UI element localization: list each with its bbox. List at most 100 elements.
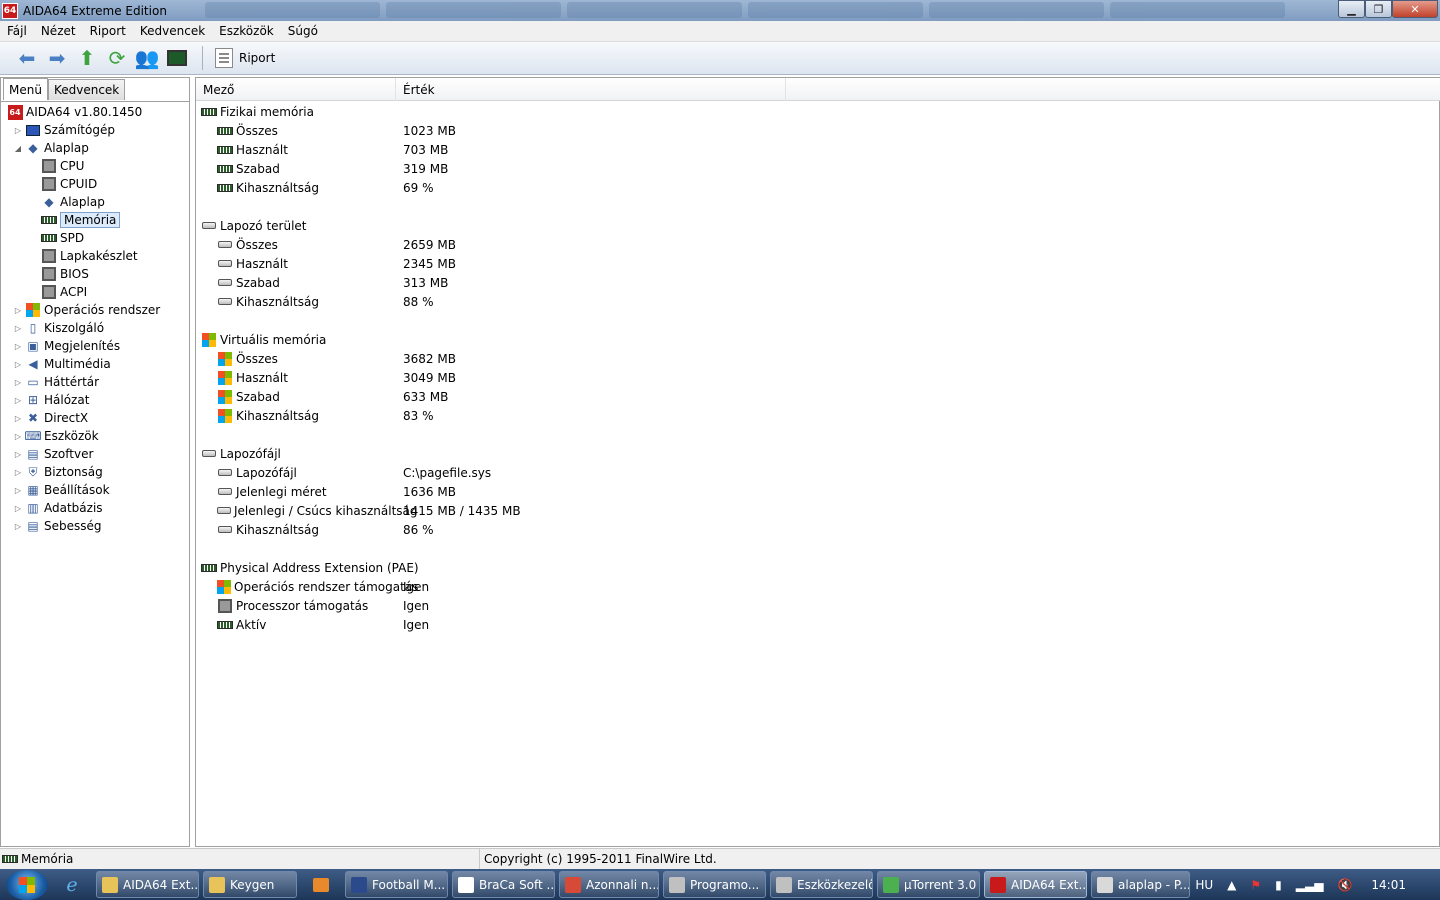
detail-row[interactable]: Összes 2659 MB — [196, 235, 1440, 254]
group-header-row[interactable]: Fizikai memória — [196, 102, 1440, 121]
taskbar-button[interactable]: AIDA64 Ext... — [96, 871, 199, 898]
monitor-button[interactable] — [162, 45, 192, 71]
tree-item[interactable]: ACPI — [1, 283, 189, 301]
tree-item[interactable]: Lapkakészlet — [1, 247, 189, 265]
tree-item[interactable]: ▷ ▤ Szoftver — [1, 445, 189, 463]
detail-row[interactable]: Összes 3682 MB — [196, 349, 1440, 368]
column-field-header[interactable]: Mező — [196, 78, 396, 101]
pinned-media-player[interactable] — [301, 871, 341, 898]
detail-row[interactable]: Jelenlegi méret 1636 MB — [196, 482, 1440, 501]
forward-button[interactable]: ➡ — [42, 45, 72, 71]
column-value-header[interactable]: Érték — [396, 78, 786, 101]
tree-item[interactable]: BIOS — [1, 265, 189, 283]
tree-item[interactable]: ▷ ✖ DirectX — [1, 409, 189, 427]
taskbar-button[interactable]: AIDA64 Ext... — [984, 871, 1087, 898]
tree-expander[interactable]: ▷ — [13, 342, 23, 351]
tree-expander[interactable]: ▷ — [13, 468, 23, 477]
tree-expander[interactable]: ▷ — [13, 522, 23, 531]
refresh-button[interactable]: ⟳ — [102, 45, 132, 71]
tree-item[interactable]: CPUID — [1, 175, 189, 193]
tree-item[interactable]: ▷ ▦ Beállítások — [1, 481, 189, 499]
detail-row[interactable]: Szabad 319 MB — [196, 159, 1440, 178]
tree-item[interactable]: ▷ ▣ Megjelenítés — [1, 337, 189, 355]
group-header-row[interactable]: Physical Address Extension (PAE) — [196, 558, 1440, 577]
detail-row[interactable]: Operációs rendszer támogatás Igen — [196, 577, 1440, 596]
taskbar-button[interactable]: Football M... — [345, 871, 448, 898]
start-button[interactable] — [6, 869, 48, 900]
menu-tools[interactable]: Eszközök — [212, 24, 281, 38]
clock[interactable]: 14:01 — [1371, 878, 1406, 892]
tree-item[interactable]: Memória — [1, 211, 189, 229]
action-center-icon[interactable]: ⚑ — [1250, 878, 1261, 892]
taskbar-button[interactable]: Azonnali n... — [559, 871, 659, 898]
group-header-row[interactable]: Lapozófájl — [196, 444, 1440, 463]
pinned-ie[interactable]: e — [52, 871, 92, 898]
close-button[interactable]: ✕ — [1392, 0, 1438, 18]
tree-expander[interactable]: ▷ — [13, 126, 23, 135]
tree-expander[interactable]: ▷ — [13, 360, 23, 369]
tree-expander[interactable]: ▷ — [13, 432, 23, 441]
tree-expander[interactable]: ▷ — [13, 396, 23, 405]
detail-row[interactable]: Használt 2345 MB — [196, 254, 1440, 273]
minimize-button[interactable]: ▁ — [1338, 0, 1365, 18]
detail-row[interactable]: Kihasználtság 83 % — [196, 406, 1440, 425]
tree-item[interactable]: ◆ Alaplap — [1, 193, 189, 211]
tree-item[interactable]: ◢ ◆ Alaplap — [1, 139, 189, 157]
report-button[interactable]: Riport — [211, 48, 279, 68]
tree-item[interactable]: 64 AIDA64 v1.80.1450 — [1, 103, 189, 121]
tree-item[interactable]: ▷ ⊞ Hálózat — [1, 391, 189, 409]
tree-expander[interactable]: ▷ — [13, 450, 23, 459]
tree-expander[interactable]: ▷ — [13, 486, 23, 495]
tree-expander[interactable]: ◢ — [13, 144, 23, 153]
detail-row[interactable]: Összes 1023 MB — [196, 121, 1440, 140]
menu-favorites[interactable]: Kedvencek — [133, 24, 212, 38]
menu-file[interactable]: Fájl — [0, 24, 34, 38]
taskbar-button[interactable]: µTorrent 3.0 — [877, 871, 980, 898]
taskbar-button[interactable]: Programo... — [663, 871, 766, 898]
network-signal-icon[interactable]: ▂▃▅ — [1296, 878, 1324, 892]
tree-item[interactable]: ▷ ▥ Adatbázis — [1, 499, 189, 517]
tree-item[interactable]: ▷ Számítógép — [1, 121, 189, 139]
tree-item[interactable]: ▷ ⌨ Eszközök — [1, 427, 189, 445]
detail-row[interactable]: Aktív Igen — [196, 615, 1440, 634]
tree-expander[interactable]: ▷ — [13, 378, 23, 387]
tree-item[interactable]: SPD — [1, 229, 189, 247]
detail-row[interactable]: Kihasználtság 69 % — [196, 178, 1440, 197]
power-icon[interactable]: ▮ — [1275, 878, 1282, 892]
menu-report[interactable]: Riport — [83, 24, 133, 38]
menu-help[interactable]: Súgó — [281, 24, 325, 38]
tree-item[interactable]: ▷ ▤ Sebesség — [1, 517, 189, 535]
menu-view[interactable]: Nézet — [34, 24, 83, 38]
volume-muted-icon[interactable]: 🔇 — [1337, 878, 1352, 892]
detail-row[interactable]: Jelenlegi / Csúcs kihasználtság 1415 MB /… — [196, 501, 1440, 520]
detail-row[interactable]: Használt 3049 MB — [196, 368, 1440, 387]
up-button[interactable]: ⬆ — [72, 45, 102, 71]
tree-item[interactable]: ▷ Operációs rendszer — [1, 301, 189, 319]
tree-item[interactable]: ▷ ▭ Háttértár — [1, 373, 189, 391]
tab-favorites[interactable]: Kedvencek — [47, 79, 126, 100]
maximize-button[interactable]: ❐ — [1365, 0, 1392, 18]
group-header-row[interactable]: Virtuális memória — [196, 330, 1440, 349]
tree-item[interactable]: CPU — [1, 157, 189, 175]
tree-expander[interactable]: ▷ — [13, 504, 23, 513]
detail-row[interactable]: Kihasználtság 86 % — [196, 520, 1440, 539]
tree-item[interactable]: ▷ ◀ Multimédia — [1, 355, 189, 373]
detail-row[interactable]: Használt 703 MB — [196, 140, 1440, 159]
tree-item[interactable]: ▷ ⛨ Biztonság — [1, 463, 189, 481]
tree-expander[interactable]: ▷ — [13, 306, 23, 315]
tab-menu[interactable]: Menü — [3, 78, 48, 100]
taskbar-button[interactable]: Eszközkezelő — [770, 871, 873, 898]
show-hidden-icons[interactable]: ▲ — [1227, 878, 1236, 892]
group-header-row[interactable]: Lapozó terület — [196, 216, 1440, 235]
back-button[interactable]: ⬅ — [12, 45, 42, 71]
detail-row[interactable]: Lapozófájl C:\pagefile.sys — [196, 463, 1440, 482]
taskbar-button[interactable]: BraCa Soft ... — [452, 871, 555, 898]
tree-item[interactable]: ▷ ▯ Kiszolgáló — [1, 319, 189, 337]
detail-row[interactable]: Kihasználtság 88 % — [196, 292, 1440, 311]
language-indicator[interactable]: HU — [1195, 878, 1213, 892]
user-button[interactable]: 👥 — [132, 45, 162, 71]
tree-expander[interactable]: ▷ — [13, 324, 23, 333]
detail-row[interactable]: Processzor támogatás Igen — [196, 596, 1440, 615]
taskbar-button[interactable]: alaplap - P... — [1091, 871, 1190, 898]
tree-expander[interactable]: ▷ — [13, 414, 23, 423]
